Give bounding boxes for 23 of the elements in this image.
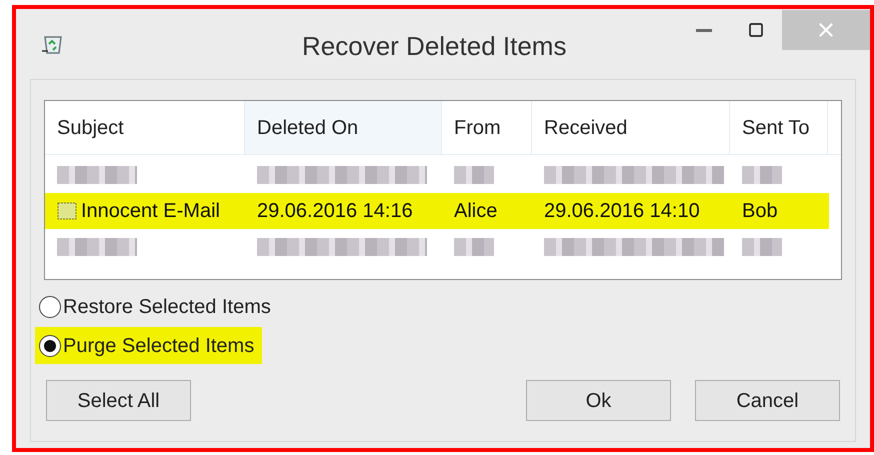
blurred-text xyxy=(454,166,494,184)
table-cell-text: Bob xyxy=(742,199,778,224)
table-cell-text: 29.06.2016 14:16 xyxy=(257,199,413,224)
table-row[interactable]: Innocent E-Mail 29.06.2016 14:16 Alice 29.06.2016 14:10 Bob xyxy=(45,193,829,229)
maximize-icon xyxy=(748,22,764,38)
window-title: Recover Deleted Items xyxy=(302,30,566,63)
column-header[interactable]: Received xyxy=(532,101,730,154)
radio-option[interactable]: Restore Selected Items xyxy=(35,288,279,325)
select-all-button[interactable]: Select All xyxy=(46,380,191,421)
table-cell-text: Alice xyxy=(454,199,498,224)
column-header[interactable]: Sent To xyxy=(730,101,828,154)
radio-option[interactable]: Purge Selected Items xyxy=(35,327,262,364)
column-header[interactable]: Deleted On xyxy=(245,101,442,154)
blurred-text xyxy=(742,166,782,184)
table-cell-text: Innocent E-Mail xyxy=(81,199,220,224)
dialog-button[interactable]: Ok xyxy=(526,380,671,421)
grid-icon xyxy=(57,202,77,220)
dialog-button[interactable]: Cancel xyxy=(695,380,840,421)
column-header[interactable]: From xyxy=(442,101,532,154)
blurred-text xyxy=(742,238,782,256)
blurred-text xyxy=(454,238,494,256)
minimize-icon xyxy=(696,28,712,32)
table-cell-text: 29.06.2016 14:10 xyxy=(544,199,700,224)
